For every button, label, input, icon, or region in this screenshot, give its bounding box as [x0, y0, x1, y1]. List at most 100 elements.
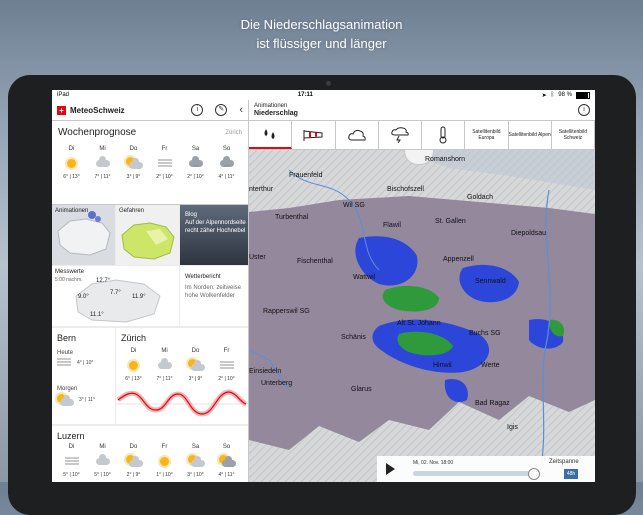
messwerte-tile[interactable]: Messwerte 5:00 nachm. 12.7° 7.7° 9.0° 11…	[52, 266, 179, 326]
map-label: Hinwil	[433, 362, 452, 369]
day-column[interactable]: Mi 7° | 11°	[87, 146, 118, 180]
info-icon[interactable]: i	[578, 104, 590, 116]
day-temp: 2° | 10°	[156, 174, 173, 180]
wetterbericht-text: Im Norden: zeitweise hohe Wolkenfelder	[185, 285, 242, 299]
animation-tile[interactable]: Animationen	[52, 205, 115, 265]
day-temp: 4° | 11°	[218, 174, 235, 180]
tool-wind[interactable]	[292, 121, 336, 149]
map-label: Alt St. Johann	[397, 320, 441, 327]
blog-text: Blog Auf der Alpennordseite recht zäher …	[185, 212, 246, 234]
day-column[interactable]: Sa ''' 2° | 10°	[180, 146, 211, 180]
map-label: St. Gallen	[435, 218, 466, 225]
day-column: Di 6° | 13°	[125, 348, 142, 382]
day-column[interactable]: Di 6° | 13°	[56, 146, 87, 180]
sun-cloud-icon	[187, 359, 205, 371]
tool-clouds[interactable]	[336, 121, 379, 149]
right-title: Animationen Niederschlag	[254, 103, 566, 118]
right-panel: Animationen Niederschlag i Satellitenbil…	[249, 100, 595, 482]
fog-icon	[219, 360, 234, 370]
sun-cloud-icon	[57, 394, 74, 406]
measure-value: 12.7°	[96, 278, 111, 284]
day-temp: 3° | 9°	[126, 174, 141, 180]
player-time: Mi, 02. Nov. 18:00	[413, 460, 454, 466]
tool-label: Satellitenbild Europa	[472, 129, 501, 141]
tool-thunder[interactable]	[379, 121, 422, 149]
edit-icon[interactable]: ✎	[215, 104, 228, 116]
day-column[interactable]: Fr 2° | 10°	[149, 146, 180, 180]
sun-cloud-icon	[125, 157, 143, 169]
zuerich-card[interactable]: Zürich Di 6° | 13° Mi 7° | 11° Do 3° | 9° F…	[116, 328, 248, 424]
map-label: Igis	[507, 424, 518, 431]
right-title-small: Animationen	[254, 102, 288, 109]
map-label: Wil SG	[343, 202, 365, 209]
play-icon[interactable]	[386, 463, 395, 475]
tool-label: Satellitenbild Alpen	[508, 132, 551, 138]
device-label: iPad	[57, 92, 70, 98]
messwerte-time: 5:00 nachm.	[55, 277, 83, 283]
bern-card[interactable]: Bern Heute 4° | 10° Morgen 3° | 11°	[52, 328, 115, 424]
map-label: Fischenthal	[297, 258, 333, 265]
map-label: Goldach	[467, 194, 494, 201]
bern-row-today: Heute 4° | 10°	[57, 350, 93, 367]
left-panel: + MeteoSchweiz i ✎ ‹ Wochenprognose Züri…	[52, 100, 249, 482]
map-canvas	[249, 150, 595, 482]
map-label: Werte	[481, 362, 500, 369]
day-column[interactable]: So ''' 4° | 11°	[211, 146, 242, 180]
rain-drops-icon	[264, 129, 275, 139]
tool-satellite-alpen[interactable]: Satellitenbild Alpen	[509, 121, 552, 149]
wetterbericht-tile[interactable]: Wetterbericht Im Norden: zeitweise hohe …	[180, 266, 248, 326]
battery-percent: 98 %	[558, 92, 572, 98]
info-icon[interactable]: i	[191, 104, 204, 116]
precipitation-map[interactable]: Romanshorn Frauenfeld Bischofszell Golda…	[249, 150, 595, 482]
zuerich-days: Di 6° | 13° Mi 7° | 11° Do 3° | 9° Fr 2° | 1…	[118, 348, 242, 382]
row-label: Heute	[57, 350, 74, 356]
status-bar: iPad 17:11 ➤ ᛒ 98 %	[52, 90, 595, 100]
collapse-chevron-icon[interactable]: ‹	[239, 104, 243, 116]
day-temp: 6° | 13°	[63, 174, 80, 180]
sun-cloud-icon	[125, 455, 143, 467]
map-label: nterthur	[249, 186, 274, 193]
tool-satellite-schweiz[interactable]: Satellitenbild Schweiz	[552, 121, 595, 149]
measure-value: 11.1°	[90, 312, 104, 318]
wochenprognose-title: Wochenprognose	[58, 127, 137, 138]
map-label: Turbenthal	[275, 214, 309, 221]
wochenprognose-card[interactable]: Wochenprognose Zürich Di 6° | 13° Mi 7° …	[52, 121, 248, 205]
map-label: Bischofszell	[387, 186, 424, 193]
map-label: Sennwald	[475, 278, 506, 285]
hazard-map-thumbnail	[121, 222, 175, 260]
day-column: Fr 1° | 10°	[156, 444, 173, 478]
sun-icon	[67, 158, 76, 168]
day-temp: 7° | 11°	[94, 174, 111, 180]
map-label: Diepoldsau	[511, 230, 547, 237]
map-label: Einsiedeln	[249, 368, 282, 375]
timeline-thumb[interactable]	[528, 468, 540, 480]
clock: 17:11	[297, 92, 313, 98]
fog-icon	[64, 456, 79, 466]
map-label: Appenzell	[443, 256, 474, 263]
fog-icon	[157, 158, 172, 168]
tool-temperature[interactable]	[422, 121, 466, 149]
bluetooth-icon: ᛒ	[550, 92, 555, 98]
map-label: Uster	[249, 254, 266, 261]
tool-label: Satellitenbild Schweiz	[558, 129, 588, 141]
blog-tile[interactable]: Blog Auf der Alpennordseite recht zäher …	[180, 205, 248, 265]
wind-sock-icon	[303, 130, 323, 141]
day-column: Mi 5° | 10°	[94, 444, 111, 478]
map-label: Unterberg	[261, 380, 293, 387]
day-column: Di 5° | 10°	[63, 444, 80, 478]
timeline-slider[interactable]	[413, 468, 540, 480]
map-label: Romanshorn	[425, 156, 466, 163]
right-title-main: Niederschlag	[254, 109, 298, 117]
tool-satellite-europa[interactable]: Satellitenbild Europa	[465, 121, 509, 149]
luzern-card[interactable]: Luzern Di 5° | 10° Mi 5° | 10° Do 2° | 9° F…	[52, 426, 248, 482]
map-label: Bad Ragaz	[475, 400, 510, 407]
gefahren-tile[interactable]: Gefahren	[116, 205, 179, 265]
sun-icon	[160, 456, 169, 466]
tool-rain[interactable]	[249, 121, 293, 149]
camera	[326, 81, 331, 86]
map-label: Wattwil	[353, 274, 376, 281]
left-topbar: + MeteoSchweiz i ✎ ‹	[52, 100, 248, 121]
span-button[interactable]: 48h	[564, 469, 578, 479]
day-column[interactable]: Do 3° | 9°	[118, 146, 149, 180]
sun-icon	[129, 360, 138, 370]
